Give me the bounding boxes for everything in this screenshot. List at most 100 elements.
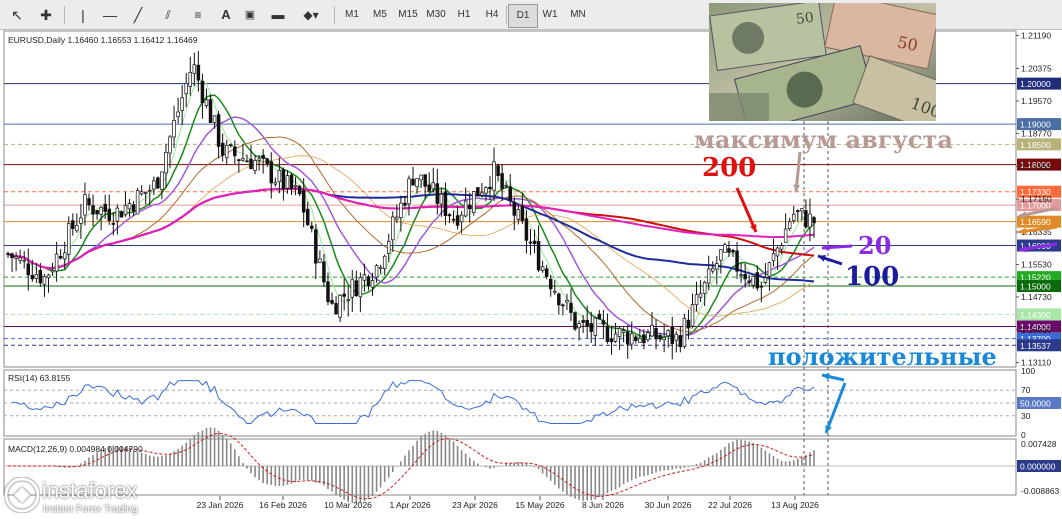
candle-body [755,272,760,289]
candle-body [609,338,614,343]
candle-body [322,261,326,283]
timeframe-m1[interactable]: M1 [338,4,366,26]
candle-body [540,266,545,271]
cursor-icon[interactable]: ↖ [8,4,26,26]
candle-body [747,280,751,283]
candle-body [504,184,508,187]
candle-body [301,190,306,213]
level-label: 1.18500 [1020,140,1051,150]
candle-body [415,178,419,188]
date-label: 16 Feb 2026 [259,500,307,510]
candle-body [123,204,128,215]
candle-body [532,240,537,245]
candle-body [642,334,646,344]
candle-body [403,202,407,206]
timeframe-m30[interactable]: M30 [422,4,450,26]
candle-body [727,248,731,253]
date-label: 13 Aug 2026 [771,500,819,510]
candle-body [318,258,322,263]
vertical-line-icon[interactable]: | [74,4,92,26]
candle-body [253,160,257,171]
candle-body [601,320,606,325]
equidistant-channel-icon[interactable]: ⫽ [158,4,178,26]
candle-body [407,178,411,205]
annotation-ma200: 200 [702,153,757,183]
candle-body [293,185,298,188]
fibonacci-icon[interactable]: ≡ [188,4,208,26]
candle-body [34,273,39,279]
crosshair-icon[interactable]: ✚ [36,4,56,26]
candle-body [593,317,598,336]
text-label-icon[interactable]: ▣ [240,4,260,26]
timeframe-h1[interactable]: H1 [450,4,478,26]
annotation-positive: положительные [768,342,997,371]
date-label: 23 Apr 2026 [452,500,498,510]
candle-body [670,326,674,344]
candle-body [220,142,225,156]
timeframe-h4[interactable]: H4 [478,4,506,26]
candle-body [775,247,780,257]
candle-body [265,158,269,164]
candle-body [245,160,249,163]
timeframe-mn[interactable]: MN [564,4,592,26]
candle-body [751,275,755,286]
candle-body [148,189,152,192]
symbol-info: EURUSD,Daily 1.16460 1.16553 1.16412 1.1… [8,35,198,45]
timeframe-w1[interactable]: W1 [536,4,564,26]
candle-body [605,326,610,342]
candle-body [212,115,217,123]
candle-body [164,152,168,174]
horizontal-line-icon[interactable]: — [100,4,120,26]
candle-body [237,159,241,162]
candle-body [763,277,768,283]
candle-body [257,158,261,161]
candle-body [650,324,654,337]
candle-body [224,144,229,159]
price-tick: 1.17955 [1021,161,1052,171]
candle-body [346,298,350,301]
candle-body [326,281,330,303]
candle-body [625,331,630,345]
level-label: 1.20000 [1020,79,1051,89]
candle-body [787,221,792,230]
date-label: 23 Jan 2026 [197,500,244,510]
candle-body [216,114,221,147]
candle-body [524,218,529,241]
currency-photo: 50 50 100 [709,3,936,121]
candle-body [520,205,525,221]
candle-body [431,182,436,190]
candle-body [83,194,87,216]
candle-body [200,80,205,104]
candle-body [804,210,808,228]
candle-body [658,335,662,340]
candle-body [710,268,715,272]
rectangle-icon[interactable]: ▬ [268,4,288,26]
timeframe-m5[interactable]: M5 [366,4,394,26]
candle-body [443,191,448,216]
candle-body [455,215,460,226]
candle-body [682,318,687,347]
candle-body [285,175,290,189]
candle-body [152,180,156,190]
candle-body [229,144,233,147]
candle-body [204,99,209,106]
timeframe-m15[interactable]: M15 [394,4,422,26]
candle-body [646,332,650,341]
candle-body [188,72,193,88]
candle-body [694,294,699,306]
candle-body [427,184,431,192]
date-label: 10 Mar 2026 [324,500,372,510]
candle-body [50,270,55,273]
candle-body [42,276,47,285]
candle-body [135,190,140,215]
trendline-icon[interactable]: ╱ [128,4,148,26]
price-tick: 1.20375 [1021,63,1052,73]
shapes-dropdown-icon[interactable]: ◆▾ [296,4,326,26]
price-tick: 1.14730 [1021,292,1052,302]
candle-body [87,198,91,206]
price-tick: 1.15530 [1021,260,1052,270]
candle-body [391,216,395,241]
timeframe-d1[interactable]: D1 [508,4,538,28]
text-tool-icon[interactable]: A [216,4,236,26]
candle-body [666,330,670,337]
